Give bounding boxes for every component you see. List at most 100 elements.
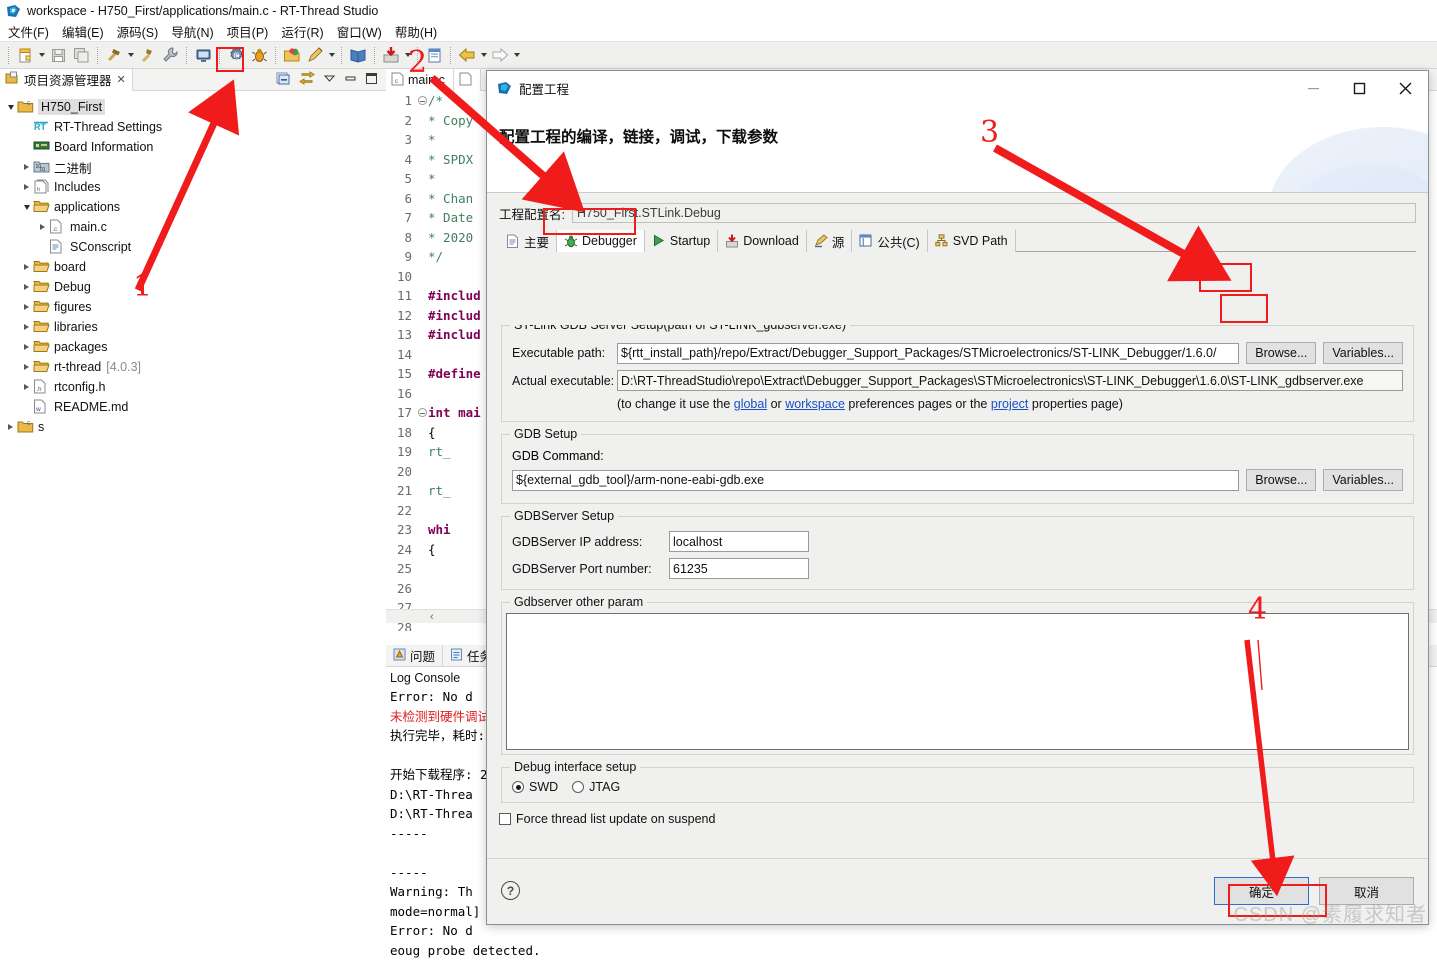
help-icon[interactable]: ? [501, 881, 520, 900]
gdb-variables-button[interactable]: Variables... [1323, 469, 1403, 491]
debug-bug-icon[interactable] [248, 44, 270, 66]
project-tree[interactable]: CH750_FirstRTRT-Thread SettingsBoard Inf… [0, 91, 386, 437]
workspace-link[interactable]: workspace [785, 397, 845, 411]
forward-arrow-icon[interactable] [489, 44, 511, 66]
tree-item[interactable]: .hrtconfig.h [4, 377, 386, 397]
save-icon[interactable] [47, 44, 69, 66]
tree-item[interactable]: libraries [4, 317, 386, 337]
tree-item[interactable]: board [4, 257, 386, 277]
explorer-tab[interactable]: 项目资源管理器 ✕ [0, 69, 133, 91]
external-tools-icon[interactable] [423, 44, 445, 66]
tree-item[interactable]: .cmain.c [4, 217, 386, 237]
tree-twisty-icon[interactable] [20, 297, 33, 317]
tree-item[interactable]: 1001二进制 [4, 157, 386, 177]
terminal-icon[interactable] [192, 44, 214, 66]
executable-path-input[interactable]: ${rtt_install_path}/repo/Extract/Debugge… [617, 343, 1239, 364]
tree-twisty-icon[interactable] [20, 357, 33, 377]
pencil-icon[interactable] [304, 44, 326, 66]
radio-jtag[interactable]: JTAG [572, 780, 620, 794]
fold-toggle-icon[interactable] [416, 96, 428, 105]
tab-problems[interactable]: 问题 [386, 645, 443, 667]
tree-twisty-icon[interactable] [20, 277, 33, 297]
tree-item[interactable]: packages [4, 337, 386, 357]
download-dropdown-icon[interactable] [403, 44, 412, 66]
tab-download[interactable]: Download [718, 230, 807, 252]
tree-twisty-icon[interactable] [20, 197, 33, 217]
new-file-icon[interactable] [14, 44, 36, 66]
tree-item[interactable]: Debug [4, 277, 386, 297]
build-dropdown-icon[interactable] [126, 44, 135, 66]
editor-tab-main-c[interactable]: c main.c [386, 69, 454, 91]
tree-twisty-icon[interactable] [20, 157, 33, 177]
tab-startup[interactable]: Startup [645, 230, 718, 252]
tab-common[interactable]: 公共(C) [852, 230, 927, 252]
tree-twisty-icon[interactable] [4, 97, 17, 117]
new-file-dropdown-icon[interactable] [37, 44, 46, 66]
link-with-editor-icon[interactable] [299, 71, 315, 89]
minimize-view-icon[interactable] [344, 72, 357, 88]
build-hammer-icon[interactable] [103, 44, 125, 66]
gdbserver-port-input[interactable]: 61235 [669, 558, 809, 579]
config-name-value[interactable]: H750_First.STLink.Debug [572, 203, 1416, 223]
menu-help[interactable]: 帮助(H) [395, 22, 437, 41]
tree-item[interactable]: rt-thread[4.0.3] [4, 357, 386, 377]
menu-run[interactable]: 运行(R) [281, 22, 323, 41]
tree-twisty-icon[interactable] [4, 417, 17, 437]
tree-item[interactable]: SConscript [4, 237, 386, 257]
editor-tab-secondary[interactable] [454, 69, 481, 91]
radio-indicator[interactable] [512, 781, 524, 793]
project-link[interactable]: project [991, 397, 1029, 411]
menu-project[interactable]: 项目(P) [227, 22, 269, 41]
radio-indicator[interactable] [572, 781, 584, 793]
force-thread-row[interactable]: Force thread list update on suspend [499, 812, 1416, 826]
collapse-all-icon[interactable] [276, 71, 291, 89]
tree-item[interactable]: CH750_First [4, 97, 386, 117]
forward-dropdown-icon[interactable] [512, 44, 521, 66]
tree-item[interactable]: hIncludes [4, 177, 386, 197]
menu-file[interactable]: 文件(F) [8, 22, 49, 41]
radio-swd[interactable]: SWD [512, 780, 558, 794]
pencil-dropdown-icon[interactable] [327, 44, 336, 66]
wrench-icon[interactable] [159, 44, 181, 66]
clean-icon[interactable] [136, 44, 158, 66]
tree-twisty-icon[interactable] [20, 377, 33, 397]
download-program-icon[interactable] [380, 44, 402, 66]
executable-variables-button[interactable]: Variables... [1323, 342, 1403, 364]
save-all-icon[interactable] [70, 44, 92, 66]
tree-twisty-icon[interactable] [36, 217, 49, 237]
menu-window[interactable]: 窗口(W) [337, 22, 382, 41]
tree-item[interactable]: figures [4, 297, 386, 317]
gdb-browse-button[interactable]: Browse... [1246, 469, 1316, 491]
open-resource-icon[interactable] [281, 44, 303, 66]
tree-item[interactable]: wREADME.md [4, 397, 386, 417]
back-arrow-icon[interactable] [456, 44, 478, 66]
gdbserver-ip-input[interactable]: localhost [669, 531, 809, 552]
minimize-icon[interactable] [1290, 71, 1336, 105]
menu-navigate[interactable]: 导航(N) [171, 22, 213, 41]
gdb-command-input[interactable]: ${external_gdb_tool}/arm-none-eabi-gdb.e… [512, 470, 1239, 491]
fold-toggle-icon[interactable] [416, 408, 428, 417]
menu-edit[interactable]: 编辑(E) [62, 22, 104, 41]
tab-svd-path[interactable]: SVD Path [928, 230, 1016, 252]
tree-item[interactable]: RTRT-Thread Settings [4, 117, 386, 137]
menu-source[interactable]: 源码(S) [117, 22, 159, 41]
tree-twisty-icon[interactable] [20, 317, 33, 337]
other-param-textarea[interactable] [506, 613, 1409, 750]
tree-twisty-icon[interactable] [20, 257, 33, 277]
close-icon[interactable] [1382, 71, 1428, 105]
view-menu-icon[interactable] [323, 72, 336, 88]
tab-source[interactable]: 源 [807, 230, 853, 252]
maximize-icon[interactable] [1336, 71, 1382, 105]
tree-item[interactable]: applications [4, 197, 386, 217]
tree-twisty-icon[interactable] [20, 337, 33, 357]
tree-item[interactable]: Board Information [4, 137, 386, 157]
tree-twisty-icon[interactable] [20, 177, 33, 197]
close-icon[interactable]: ✕ [117, 73, 126, 86]
global-link[interactable]: global [734, 397, 767, 411]
maximize-view-icon[interactable] [365, 72, 378, 88]
executable-browse-button[interactable]: Browse... [1246, 342, 1316, 364]
force-thread-checkbox[interactable] [499, 813, 511, 825]
tree-item[interactable]: Cs [4, 417, 386, 437]
book-icon[interactable] [347, 44, 369, 66]
back-dropdown-icon[interactable] [479, 44, 488, 66]
